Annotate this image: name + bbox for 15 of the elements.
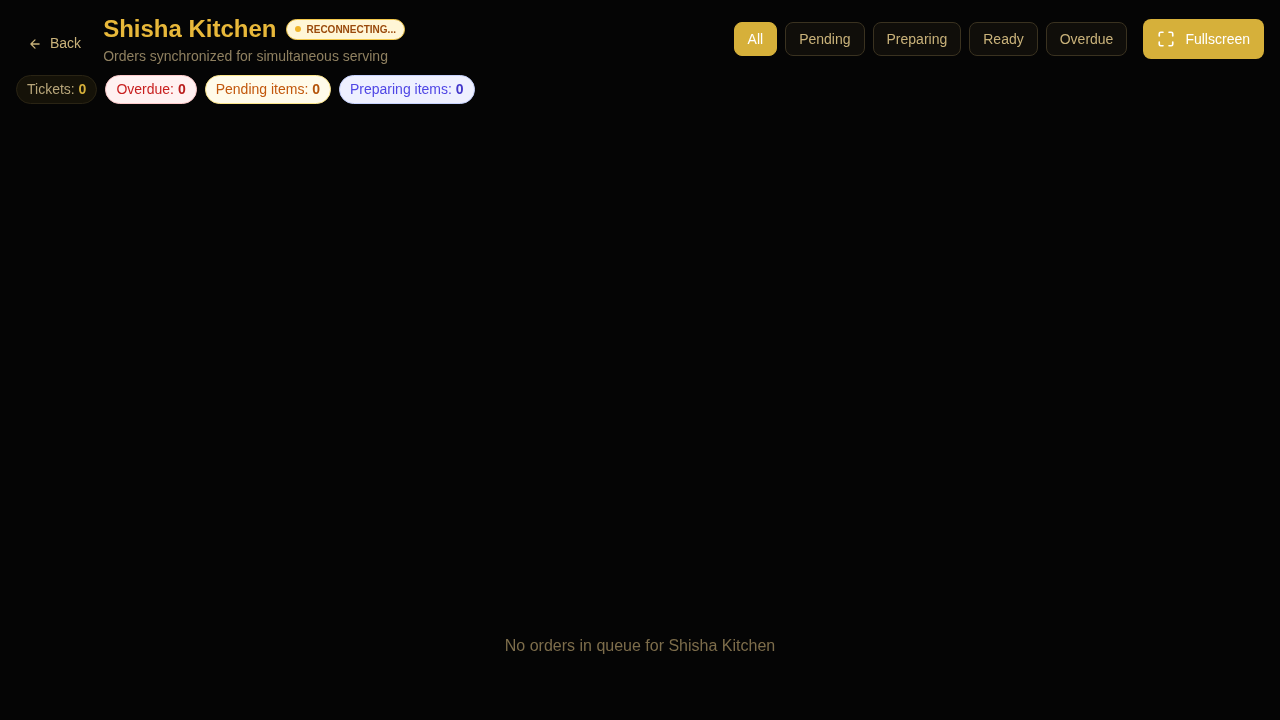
stat-pill: Overdue: 0 xyxy=(105,75,197,104)
filter-tab[interactable]: Pending xyxy=(785,22,865,56)
filter-tab[interactable]: Ready xyxy=(969,22,1038,56)
stat-pill: Tickets: 0 xyxy=(16,75,98,104)
stat-pill: Preparing items: 0 xyxy=(339,75,475,104)
filter-tab[interactable]: Preparing xyxy=(872,22,962,56)
fullscreen-icon xyxy=(1157,30,1176,48)
page-subtitle: Orders synchronized for simultaneous serving xyxy=(103,47,389,66)
back-button[interactable]: Back xyxy=(16,29,94,58)
stat-pill: Pending items: 0 xyxy=(204,75,331,104)
status-badge: RECONNECTING... xyxy=(285,18,405,40)
filter-tab[interactable]: Overdue xyxy=(1045,22,1128,56)
page-title: Shisha Kitchen xyxy=(103,14,277,44)
arrow-left-icon xyxy=(28,36,42,51)
empty-queue-message: No orders in queue for Shisha Kitchen xyxy=(504,636,776,656)
